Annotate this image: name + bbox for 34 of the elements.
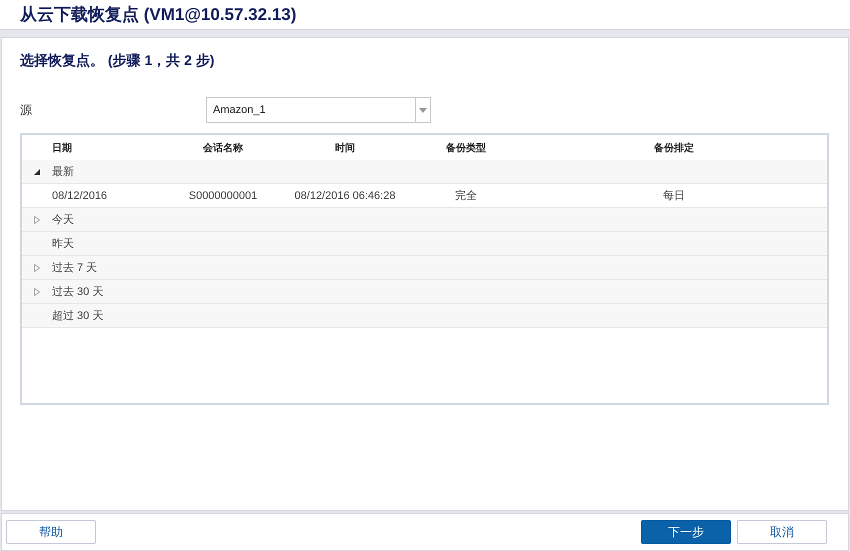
group-row[interactable]: 过去 7 天 [22, 256, 827, 280]
column-header: 会话名称 [202, 142, 244, 154]
group-label: 昨天 [52, 237, 74, 251]
next-button[interactable]: 下一步 [641, 520, 731, 544]
source-label: 源 [20, 102, 33, 118]
collapsed-icon[interactable] [34, 264, 40, 272]
table-cell-text: 每日 [662, 189, 686, 203]
cancel-button[interactable]: 取消 [737, 520, 827, 544]
table-cell-text: 08/12/2016 06:46:28 [294, 190, 396, 202]
column-header: 日期 [52, 142, 73, 154]
table-cell-text: S0000000001 [188, 190, 258, 202]
column-header: 备份排定 [653, 141, 695, 154]
help-button[interactable]: 帮助 [6, 520, 96, 544]
group-label: 最新 [52, 164, 74, 179]
step-title: 选择恢复点。 (步骤 1，共 2 步) [20, 52, 216, 70]
group-row[interactable]: 昨天 [22, 232, 827, 256]
window-title: 从云下载恢复点 (VM1@10.57.32.13) [20, 4, 296, 26]
group-label: 今天 [52, 213, 74, 227]
collapsed-icon[interactable] [34, 216, 40, 224]
caret-icon [419, 108, 427, 112]
group-row[interactable]: 超过 30 天 [22, 304, 827, 328]
expanded-icon[interactable] [34, 168, 40, 174]
group-label: 过去 7 天 [52, 261, 98, 275]
group-row[interactable]: 过去 30 天 [22, 280, 827, 304]
group-row[interactable]: 今天 [22, 208, 827, 232]
table-cell-text: 完全 [454, 188, 478, 203]
group-label: 过去 30 天 [52, 285, 104, 299]
group-label: 超过 30 天 [52, 309, 104, 323]
column-header: 备份类型 [445, 142, 487, 154]
group-row[interactable]: 最新 [22, 160, 827, 184]
source-dropdown[interactable]: Amazon_1 [206, 97, 431, 123]
collapsed-icon[interactable] [34, 288, 40, 296]
table-cell-text: 08/12/2016 [52, 190, 108, 202]
column-header: 时间 [334, 142, 356, 154]
